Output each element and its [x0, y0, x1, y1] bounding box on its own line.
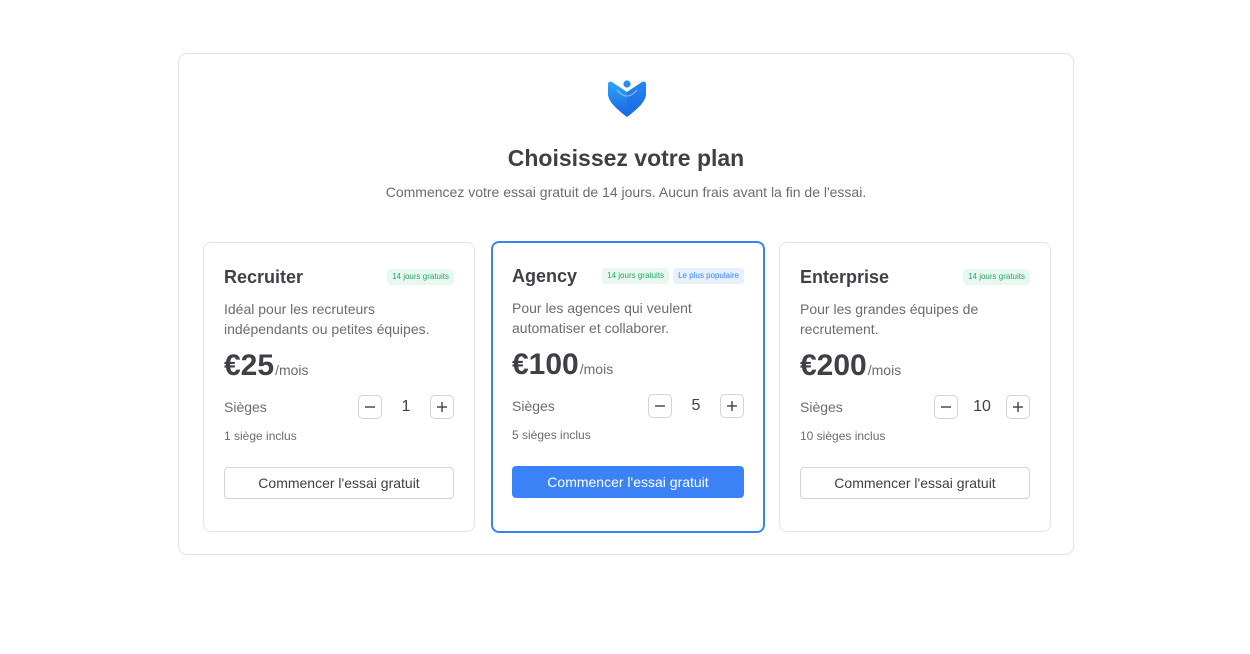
plan-name: Recruiter	[224, 266, 304, 287]
seats-included: 10 sièges inclus	[800, 429, 886, 443]
seats-included: 1 siège inclus	[224, 429, 297, 443]
minus-icon	[365, 406, 375, 408]
plus-icon	[437, 402, 447, 412]
increase-seats-button[interactable]	[430, 395, 454, 419]
seat-count: 1	[401, 398, 411, 415]
seats-label: Sièges	[512, 398, 555, 414]
minus-icon	[655, 405, 665, 407]
seat-count: 10	[973, 398, 991, 415]
start-trial-button[interactable]: Commencer l'essai gratuit	[224, 467, 454, 499]
plus-icon	[1013, 402, 1023, 412]
decrease-seats-button[interactable]	[934, 395, 958, 419]
trial-badge: 14 jours gratuits	[602, 268, 670, 284]
seats-included: 5 sièges inclus	[512, 428, 591, 442]
increase-seats-button[interactable]	[720, 394, 744, 418]
plan-card-agency: Agency 14 jours gratuits Le plus populai…	[491, 241, 765, 533]
start-trial-button[interactable]: Commencer l'essai gratuit	[800, 467, 1030, 499]
plan-description: Idéal pour les recruteurs indépendants o…	[224, 301, 430, 337]
page-subtitle: Commencez votre essai gratuit de 14 jour…	[385, 184, 867, 200]
increase-seats-button[interactable]	[1006, 395, 1030, 419]
start-trial-button[interactable]: Commencer l'essai gratuit	[512, 466, 744, 498]
decrease-seats-button[interactable]	[648, 394, 672, 418]
minus-icon	[941, 406, 951, 408]
decrease-seats-button[interactable]	[358, 395, 382, 419]
plan-card-enterprise: Enterprise 14 jours gratuits Pour les gr…	[779, 242, 1051, 532]
heart-person-logo-icon	[608, 80, 646, 117]
plan-price: €100	[512, 348, 579, 381]
price-period: /mois	[579, 361, 614, 377]
plan-price: €200	[800, 349, 867, 382]
plan-name: Enterprise	[800, 266, 890, 287]
pricing-panel: Choisissez votre plan Commencez votre es…	[178, 53, 1074, 555]
seats-label: Sièges	[224, 399, 267, 415]
plus-icon	[727, 401, 737, 411]
plan-description: Pour les grandes équipes de recrutement.	[800, 301, 979, 337]
seat-count: 5	[691, 397, 701, 414]
trial-badge: 14 jours gratuits	[963, 269, 1030, 285]
plan-description: Pour les agences qui veulent automatiser…	[512, 300, 692, 336]
plan-card-recruiter: Recruiter 14 jours gratuits Idéal pour l…	[203, 242, 475, 532]
price-period: /mois	[867, 362, 902, 378]
seats-label: Sièges	[800, 399, 843, 415]
page-title: Choisissez votre plan	[507, 145, 745, 171]
plan-price: €25	[224, 349, 275, 382]
plan-name: Agency	[512, 265, 578, 286]
trial-badge: 14 jours gratuits	[387, 269, 454, 285]
popular-badge: Le plus populaire	[673, 268, 744, 284]
price-period: /mois	[275, 362, 309, 378]
